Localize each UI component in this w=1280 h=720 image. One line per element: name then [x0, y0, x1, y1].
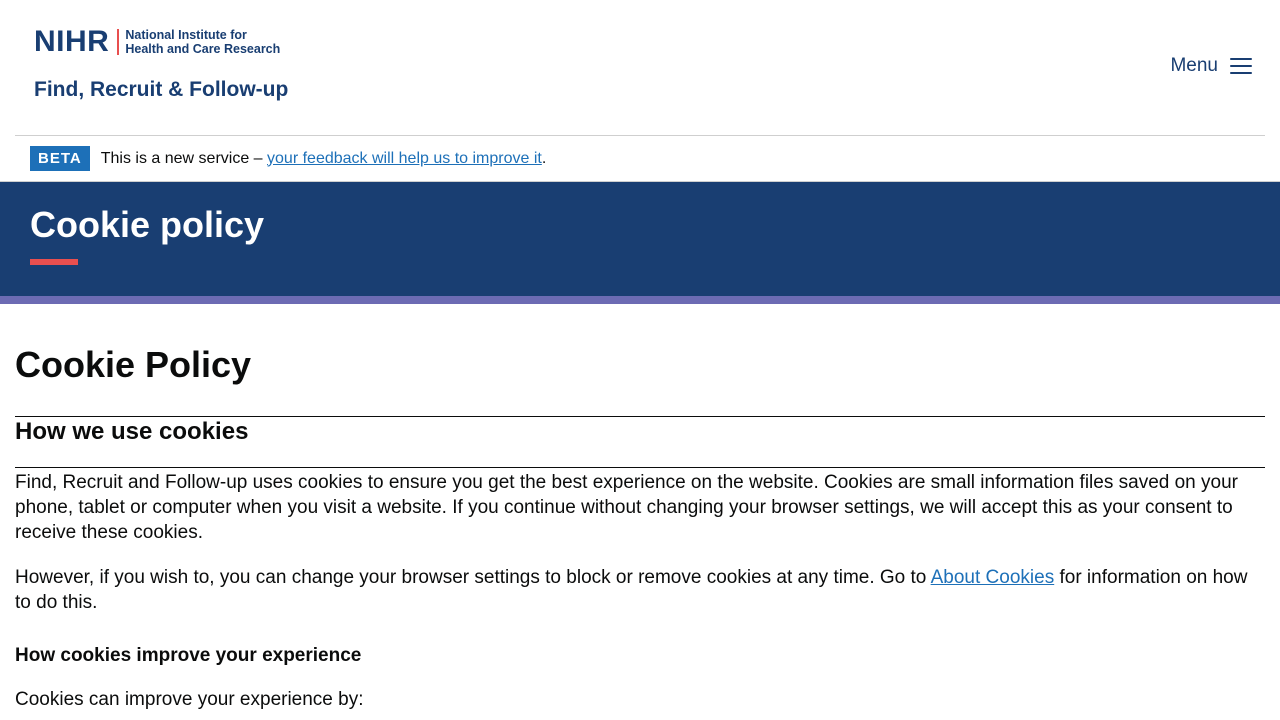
beta-message: This is a new service – — [100, 149, 263, 167]
beta-suffix: . — [541, 149, 547, 167]
logo-org-name: National Institute for Health and Care R… — [125, 28, 280, 56]
hero-stripe — [0, 296, 1280, 304]
subheading: How cookies improve your experience — [15, 645, 362, 666]
logo-org-line1: National Institute for — [125, 28, 247, 42]
beta-tag: BETA — [30, 146, 90, 171]
section-title: How we use cookies — [15, 418, 249, 445]
main-content: Cookie Policy How we use cookies Find, R… — [0, 344, 1280, 712]
page-title: Cookie policy — [30, 204, 265, 245]
menu-label: Menu — [1170, 55, 1218, 76]
service-name: Find, Recruit & Follow-up — [34, 78, 289, 101]
nihr-logo[interactable]: NIHR National Institute for Health and C… — [34, 26, 289, 106]
header-divider — [15, 135, 1265, 136]
title-accent-bar — [30, 259, 78, 265]
intro-paragraph: Find, Recruit and Follow-up uses cookies… — [15, 472, 1238, 543]
section-title-box: How we use cookies — [15, 416, 1265, 468]
logo-mark: NIHR — [34, 25, 110, 58]
feedback-link[interactable]: your feedback will help us to improve it — [267, 150, 542, 167]
hamburger-icon — [1230, 58, 1252, 74]
page-hero: Cookie policy — [0, 182, 1280, 296]
settings-text-before: However, if you wish to, you can change … — [15, 567, 927, 588]
improve-paragraph: Cookies can improve your experience by: — [15, 689, 364, 710]
beta-banner: BETA This is a new service – your feedba… — [0, 136, 1280, 182]
beta-text: This is a new service – your feedback wi… — [101, 150, 547, 168]
logo-top: NIHR National Institute for Health and C… — [34, 26, 284, 58]
logo-org-line2: Health and Care Research — [125, 42, 281, 56]
content-heading: Cookie Policy — [15, 344, 252, 385]
settings-paragraph: However, if you wish to, you can change … — [15, 565, 1265, 615]
menu-button[interactable]: Menu — [1170, 55, 1252, 77]
site-header: NIHR National Institute for Health and C… — [0, 0, 1280, 136]
logo-divider — [117, 29, 120, 55]
about-cookies-link[interactable]: About Cookies — [931, 567, 1055, 588]
